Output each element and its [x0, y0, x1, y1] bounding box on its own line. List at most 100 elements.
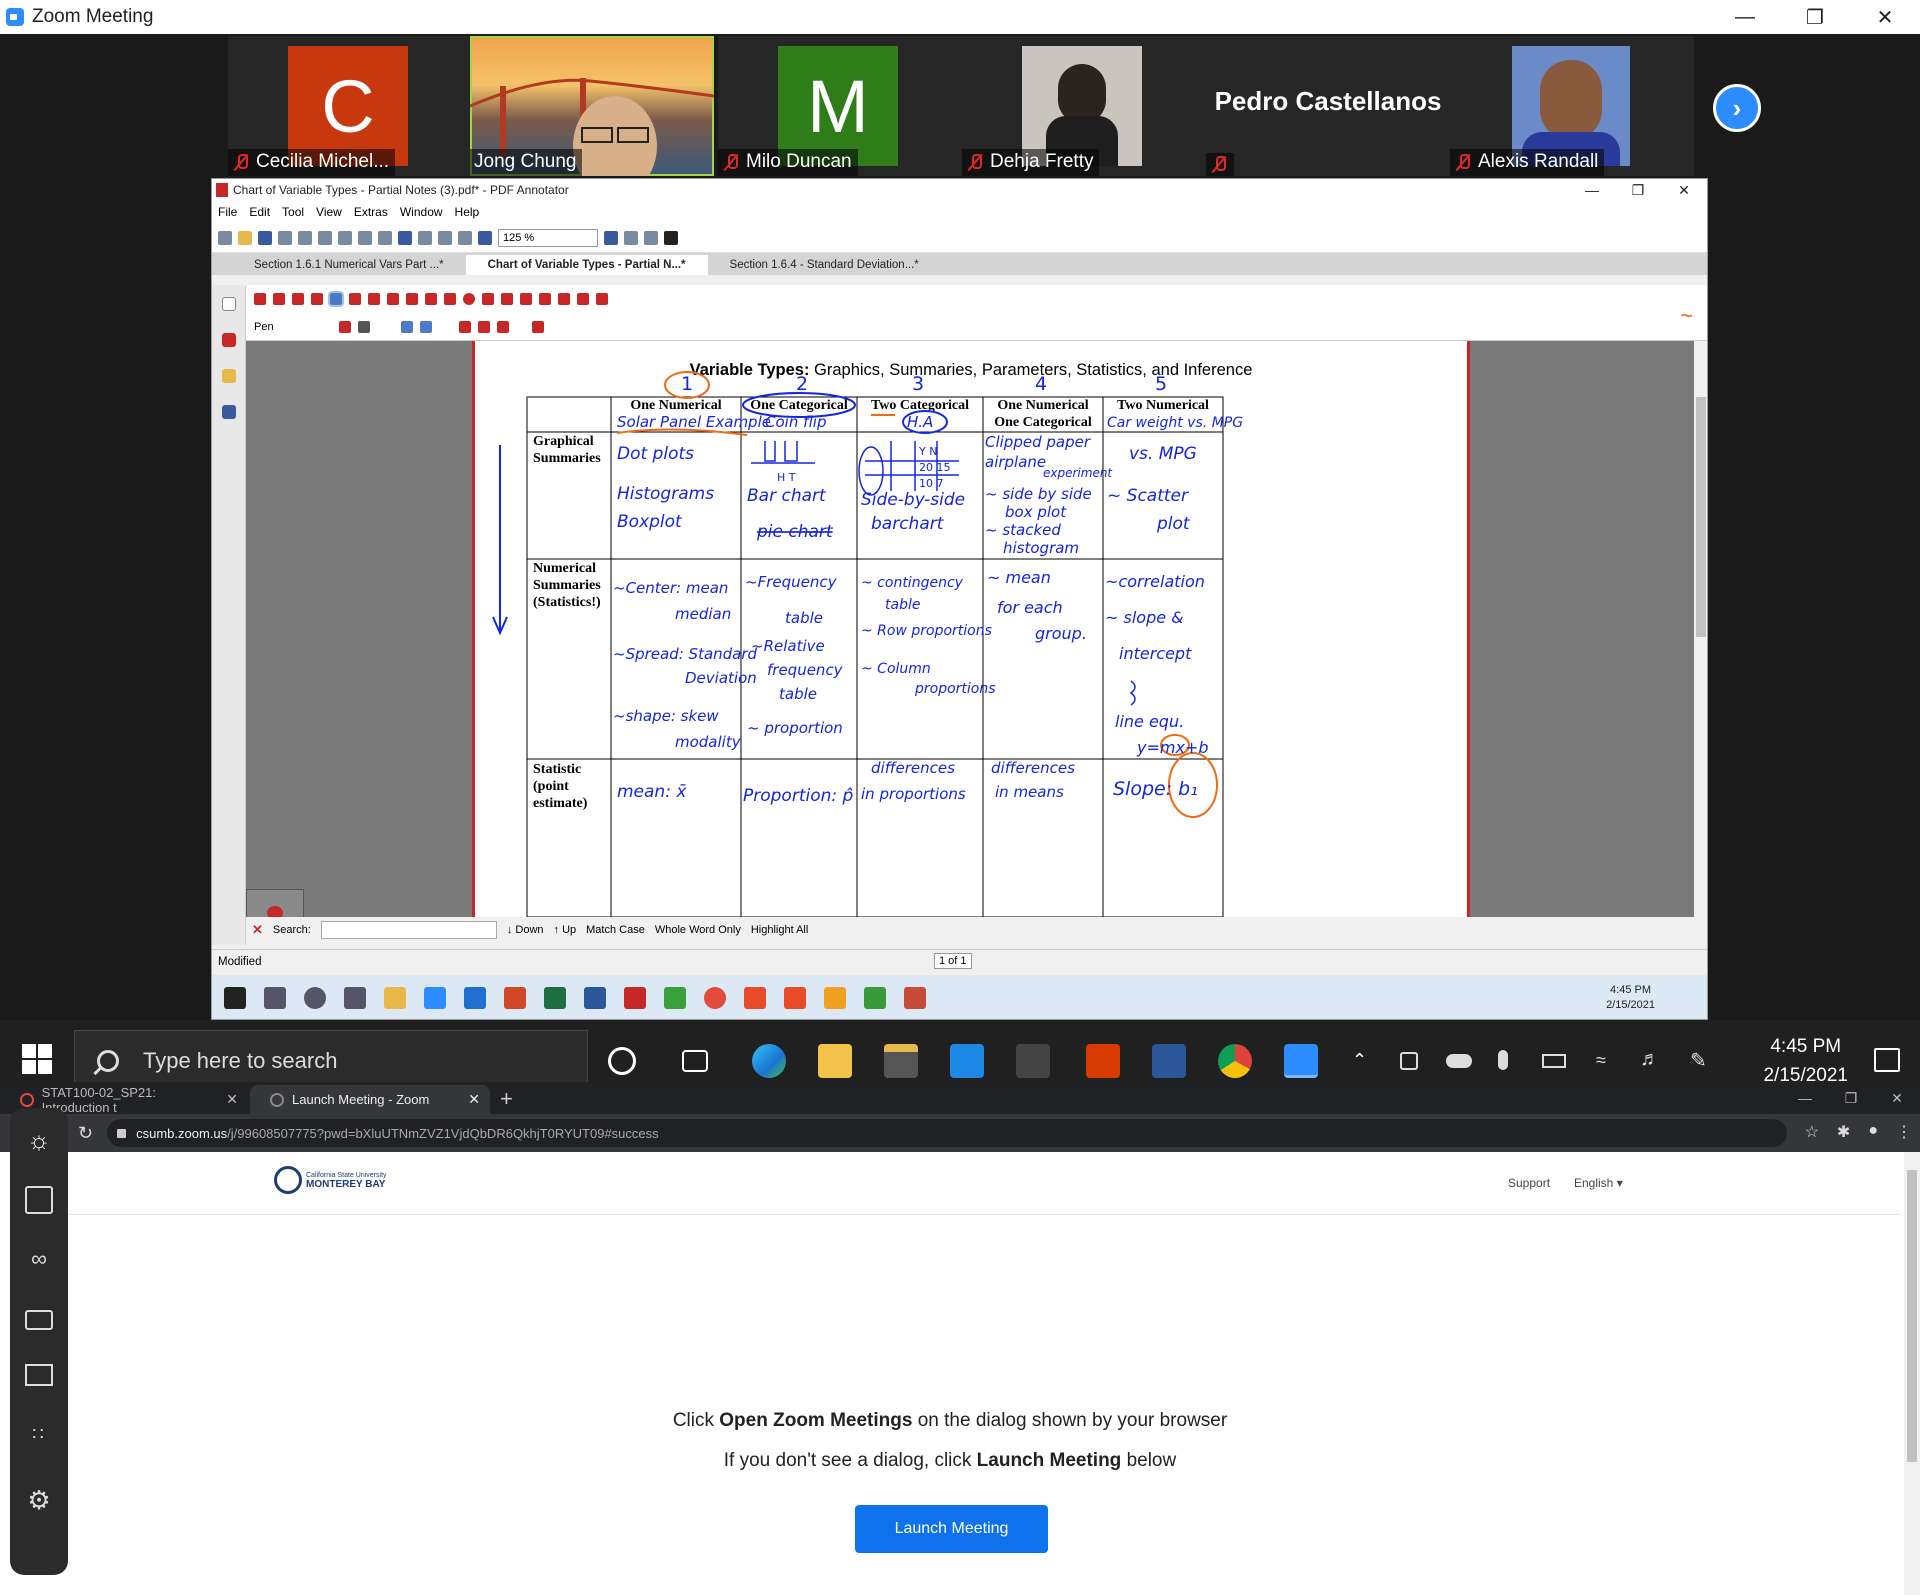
pen-workspace-icon[interactable]: ✎: [1690, 1048, 1707, 1073]
lasso-tool-icon[interactable]: [273, 293, 285, 305]
stamp-tool-icon[interactable]: [387, 293, 399, 305]
text-align-icon[interactable]: [459, 321, 471, 333]
app-icon[interactable]: [1016, 1044, 1050, 1078]
search-up-button[interactable]: ↑ Up: [554, 924, 577, 936]
microphone-icon[interactable]: [1498, 1050, 1508, 1070]
search-input[interactable]: [320, 921, 497, 939]
participant-tile-dehja[interactable]: Dehja Fretty: [962, 36, 1206, 176]
close-icon[interactable]: ✕: [1850, 0, 1920, 34]
word-icon[interactable]: [584, 987, 606, 1009]
laptop-icon[interactable]: [25, 1364, 53, 1386]
line-width-icon[interactable]: [358, 321, 370, 333]
tab-section-1-6-4[interactable]: Section 1.6.4 - Standard Deviation...*: [708, 255, 941, 275]
ellipse-tool-icon[interactable]: [463, 293, 475, 305]
participant-tile-milo[interactable]: M Milo Duncan: [718, 36, 962, 176]
task-view-icon[interactable]: [682, 1050, 708, 1072]
app-icon[interactable]: [784, 987, 806, 1009]
chrome-tab-launch-meeting[interactable]: Launch Meeting - Zoom ✕: [250, 1085, 490, 1114]
launch-meeting-button[interactable]: Launch Meeting: [855, 1505, 1048, 1553]
snapshot-tool-icon[interactable]: [520, 293, 532, 305]
next-page-button[interactable]: ›: [1713, 84, 1761, 132]
zoom-in-icon[interactable]: [604, 230, 618, 245]
zoom-level-select[interactable]: 125 %: [498, 228, 598, 247]
participant-tile-cecilia[interactable]: C Cecilia Michel...: [228, 36, 472, 176]
page-vertical-scrollbar[interactable]: [1904, 1152, 1920, 1595]
cortana-icon[interactable]: [608, 1047, 636, 1075]
notification-center-icon[interactable]: [1874, 1048, 1900, 1072]
reload-icon[interactable]: ↻: [78, 1123, 93, 1144]
pin-icon[interactable]: [532, 321, 544, 333]
zoom-icon[interactable]: [424, 987, 446, 1009]
menu-help[interactable]: Help: [455, 205, 480, 219]
meet-now-icon[interactable]: [1400, 1052, 1418, 1070]
support-link[interactable]: Support: [1508, 1176, 1550, 1190]
more-menu-icon[interactable]: ⋮: [1896, 1122, 1912, 1142]
excel-icon[interactable]: [544, 987, 566, 1009]
close-icon[interactable]: ✕: [226, 1091, 238, 1108]
minimize-icon[interactable]: —: [1710, 0, 1780, 34]
bookmark-star-icon[interactable]: ☆: [1805, 1122, 1819, 1142]
redo-icon[interactable]: [418, 230, 432, 245]
minimize-icon[interactable]: —: [1569, 182, 1615, 199]
menu-file[interactable]: File: [218, 205, 237, 219]
marker-tool-icon[interactable]: [349, 293, 361, 305]
search-down-button[interactable]: ↓ Down: [507, 924, 544, 936]
new-icon[interactable]: [218, 230, 232, 245]
chrome-icon[interactable]: [1218, 1044, 1252, 1078]
extensions-icon[interactable]: ✱: [1837, 1122, 1850, 1142]
screenshot-icon[interactable]: [25, 1186, 53, 1214]
file-explorer-icon[interactable]: [818, 1044, 852, 1078]
powerpoint-icon[interactable]: [504, 987, 526, 1009]
windows-start-button[interactable]: [22, 1044, 52, 1074]
fullscreen-icon[interactable]: [664, 230, 678, 245]
whole-word-toggle[interactable]: Whole Word Only: [655, 924, 741, 936]
apps-grid-icon[interactable]: ∷: [25, 1424, 53, 1452]
close-icon[interactable]: ✕: [468, 1091, 480, 1108]
save-icon[interactable]: [258, 230, 272, 245]
highlight-all-toggle[interactable]: Highlight All: [751, 924, 808, 936]
page-thumb-icon[interactable]: [221, 297, 236, 311]
cortana-icon[interactable]: [304, 987, 326, 1009]
restore-icon[interactable]: ❐: [1828, 1082, 1874, 1114]
app-icon[interactable]: [904, 987, 926, 1009]
open-icon[interactable]: [238, 230, 252, 245]
restore-icon[interactable]: ❐: [1780, 0, 1850, 34]
single-page-icon[interactable]: [624, 230, 638, 245]
page-indicator[interactable]: 1 of 1: [934, 953, 972, 969]
app-icon[interactable]: [664, 987, 686, 1009]
restore-icon[interactable]: ❐: [1615, 182, 1661, 199]
word-icon[interactable]: [1152, 1044, 1186, 1078]
bookmarks-icon[interactable]: [221, 369, 236, 383]
chrome-icon[interactable]: [704, 987, 726, 1009]
volume-icon[interactable]: ♬: [1640, 1048, 1660, 1071]
link-icon[interactable]: ∞: [25, 1246, 53, 1274]
zoom-icon[interactable]: [1284, 1044, 1318, 1078]
undo-icon[interactable]: [398, 230, 412, 245]
app-icon[interactable]: [744, 987, 766, 1009]
csumb-logo[interactable]: California State University MONTEREY BAY: [274, 1166, 387, 1194]
annotations-icon[interactable]: [221, 333, 236, 347]
battery-icon[interactable]: [1542, 1054, 1566, 1068]
menu-tool[interactable]: Tool: [282, 205, 304, 219]
pen-tool-icon[interactable]: [328, 291, 344, 307]
pen-color-icon[interactable]: [339, 321, 351, 333]
search-icon[interactable]: [264, 987, 286, 1009]
edge-icon[interactable]: [752, 1044, 786, 1078]
menu-view[interactable]: View: [316, 205, 342, 219]
paste-icon[interactable]: [358, 230, 372, 245]
text-tool-icon[interactable]: [368, 293, 380, 305]
two-page-icon[interactable]: [644, 230, 658, 245]
onedrive-icon[interactable]: [1446, 1054, 1472, 1068]
tab-chart-of-variable-types[interactable]: Chart of Variable Types - Partial N...*: [465, 255, 708, 275]
menu-window[interactable]: Window: [400, 205, 443, 219]
menu-edit[interactable]: Edit: [249, 205, 270, 219]
chevron-up-icon[interactable]: ⌃: [1352, 1050, 1367, 1071]
comment-tool-icon[interactable]: [501, 293, 513, 305]
minimize-icon[interactable]: —: [1782, 1082, 1828, 1114]
app-icon[interactable]: [824, 987, 846, 1009]
menu-extras[interactable]: Extras: [354, 205, 388, 219]
attachments-icon[interactable]: [221, 405, 236, 419]
language-select[interactable]: English ▾: [1574, 1176, 1623, 1190]
participant-tile-pedro[interactable]: Pedro Castellanos: [1206, 36, 1450, 176]
pdf-vertical-scrollbar[interactable]: [1694, 341, 1707, 917]
